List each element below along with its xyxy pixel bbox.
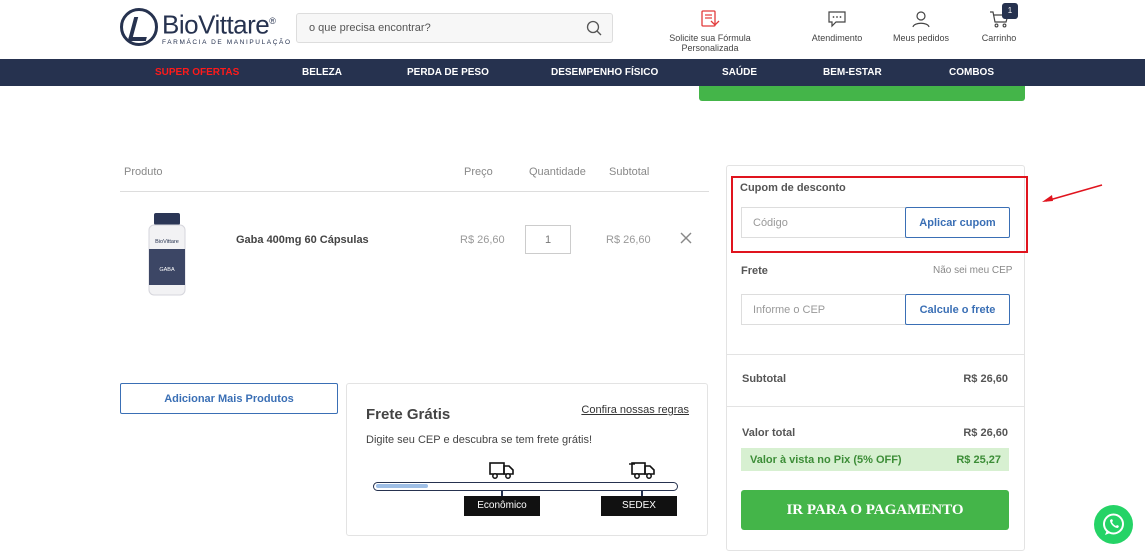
nav-item-bem-estar[interactable]: BEM-ESTAR bbox=[823, 67, 882, 78]
search-icon[interactable] bbox=[586, 20, 602, 36]
col-header-quantity: Quantidade bbox=[529, 166, 586, 178]
main-nav: SUPER OFERTAS BELEZA PERDA DE PESO DESEM… bbox=[0, 59, 1145, 86]
product-name[interactable]: Gaba 400mg 60 Cápsulas bbox=[236, 234, 369, 246]
pix-label: Valor à vista no Pix (5% OFF) bbox=[750, 454, 902, 466]
formula-link[interactable]: Solicite sua Fórmula Personalizada bbox=[641, 10, 779, 53]
shipping-label: Frete bbox=[741, 265, 768, 277]
orders-link[interactable]: Meus pedidos bbox=[890, 10, 952, 43]
cart-count-badge: 1 bbox=[1002, 3, 1018, 19]
logo-registered-mark: ® bbox=[269, 16, 276, 27]
logo-name: BioVittare bbox=[162, 9, 270, 40]
logo[interactable]: BioVittare® FARMÁCIA DE MANIPULAÇÃO bbox=[120, 8, 292, 46]
truck-icon bbox=[489, 462, 514, 479]
total-value: R$ 26,60 bbox=[963, 427, 1008, 439]
nav-item-perda-de-peso[interactable]: PERDA DE PESO bbox=[407, 67, 489, 78]
chat-icon bbox=[828, 11, 846, 28]
calculate-shipping-button[interactable]: Calcule o frete bbox=[905, 294, 1010, 325]
support-link[interactable]: Atendimento bbox=[808, 10, 866, 43]
free-shipping-progress bbox=[373, 482, 678, 491]
truck-fast-icon bbox=[629, 462, 655, 479]
search-bar bbox=[296, 13, 613, 43]
apply-coupon-button[interactable]: Aplicar cupom bbox=[905, 207, 1010, 238]
total-label: Valor total bbox=[742, 427, 796, 439]
whatsapp-icon bbox=[1103, 513, 1124, 535]
remove-item-icon[interactable] bbox=[679, 231, 693, 245]
nav-item-desempenho-fisico[interactable]: DESEMPENHO FÍSICO bbox=[551, 67, 658, 78]
coupon-input[interactable] bbox=[741, 207, 907, 238]
pix-discount-row: Valor à vista no Pix (5% OFF) R$ 25,27 bbox=[741, 448, 1009, 471]
orders-label: Meus pedidos bbox=[892, 33, 950, 43]
summary-divider bbox=[727, 406, 1024, 407]
go-to-payment-button[interactable]: IR PARA O PAGAMENTO bbox=[741, 490, 1009, 530]
nav-item-saude[interactable]: SAÚDE bbox=[722, 67, 757, 78]
milestone-economico: Econômico bbox=[464, 496, 540, 516]
logo-mark-icon bbox=[120, 8, 158, 46]
table-divider bbox=[120, 191, 709, 192]
free-shipping-progress-fill bbox=[376, 484, 428, 488]
col-header-product: Produto bbox=[124, 166, 163, 178]
product-subtotal: R$ 26,60 bbox=[606, 234, 651, 246]
product-price: R$ 26,60 bbox=[460, 234, 505, 246]
col-header-price: Preço bbox=[464, 166, 493, 178]
subtotal-value: R$ 26,60 bbox=[963, 373, 1008, 385]
pix-value: R$ 25,27 bbox=[956, 454, 1001, 466]
quantity-input[interactable] bbox=[525, 225, 571, 254]
cep-input[interactable] bbox=[741, 294, 907, 325]
free-shipping-title: Frete Grátis bbox=[366, 406, 451, 423]
subtotal-label: Subtotal bbox=[742, 373, 786, 385]
nav-item-super-ofertas[interactable]: SUPER OFERTAS bbox=[155, 67, 239, 78]
whatsapp-button[interactable] bbox=[1094, 505, 1133, 544]
product-image-label: GABA bbox=[159, 267, 175, 273]
search-input[interactable] bbox=[297, 14, 567, 42]
cart-label: Carrinho bbox=[981, 33, 1017, 43]
nav-item-combos[interactable]: COMBOS bbox=[949, 67, 994, 78]
formula-label: Solicite sua Fórmula Personalizada bbox=[669, 33, 751, 53]
milestone-sedex: SEDEX bbox=[601, 496, 677, 516]
add-more-products-button[interactable]: Adicionar Mais Produtos bbox=[120, 383, 338, 414]
top-payment-button-partial[interactable] bbox=[699, 86, 1025, 101]
free-shipping-description: Digite seu CEP e descubra se tem frete g… bbox=[366, 434, 593, 446]
coupon-label: Cupom de desconto bbox=[740, 182, 846, 194]
prescription-icon bbox=[701, 10, 720, 27]
svg-text:BioVittare: BioVittare bbox=[155, 239, 179, 245]
col-header-subtotal: Subtotal bbox=[609, 166, 650, 178]
annotation-arrow-icon bbox=[1042, 184, 1103, 202]
summary-divider bbox=[727, 354, 1024, 355]
support-label: Atendimento bbox=[811, 33, 863, 43]
no-cep-link[interactable]: Não sei meu CEP bbox=[933, 265, 1012, 276]
product-image[interactable]: BioVittare GABA bbox=[145, 213, 189, 299]
shipping-rules-link[interactable]: Confira nossas regras bbox=[581, 404, 689, 416]
logo-tagline: FARMÁCIA DE MANIPULAÇÃO bbox=[162, 38, 292, 46]
free-shipping-box: Frete Grátis Confira nossas regras Digit… bbox=[346, 383, 708, 536]
site-header: BioVittare® FARMÁCIA DE MANIPULAÇÃO Soli… bbox=[0, 0, 1145, 59]
user-icon bbox=[912, 11, 930, 28]
nav-item-beleza[interactable]: BELEZA bbox=[302, 67, 342, 78]
